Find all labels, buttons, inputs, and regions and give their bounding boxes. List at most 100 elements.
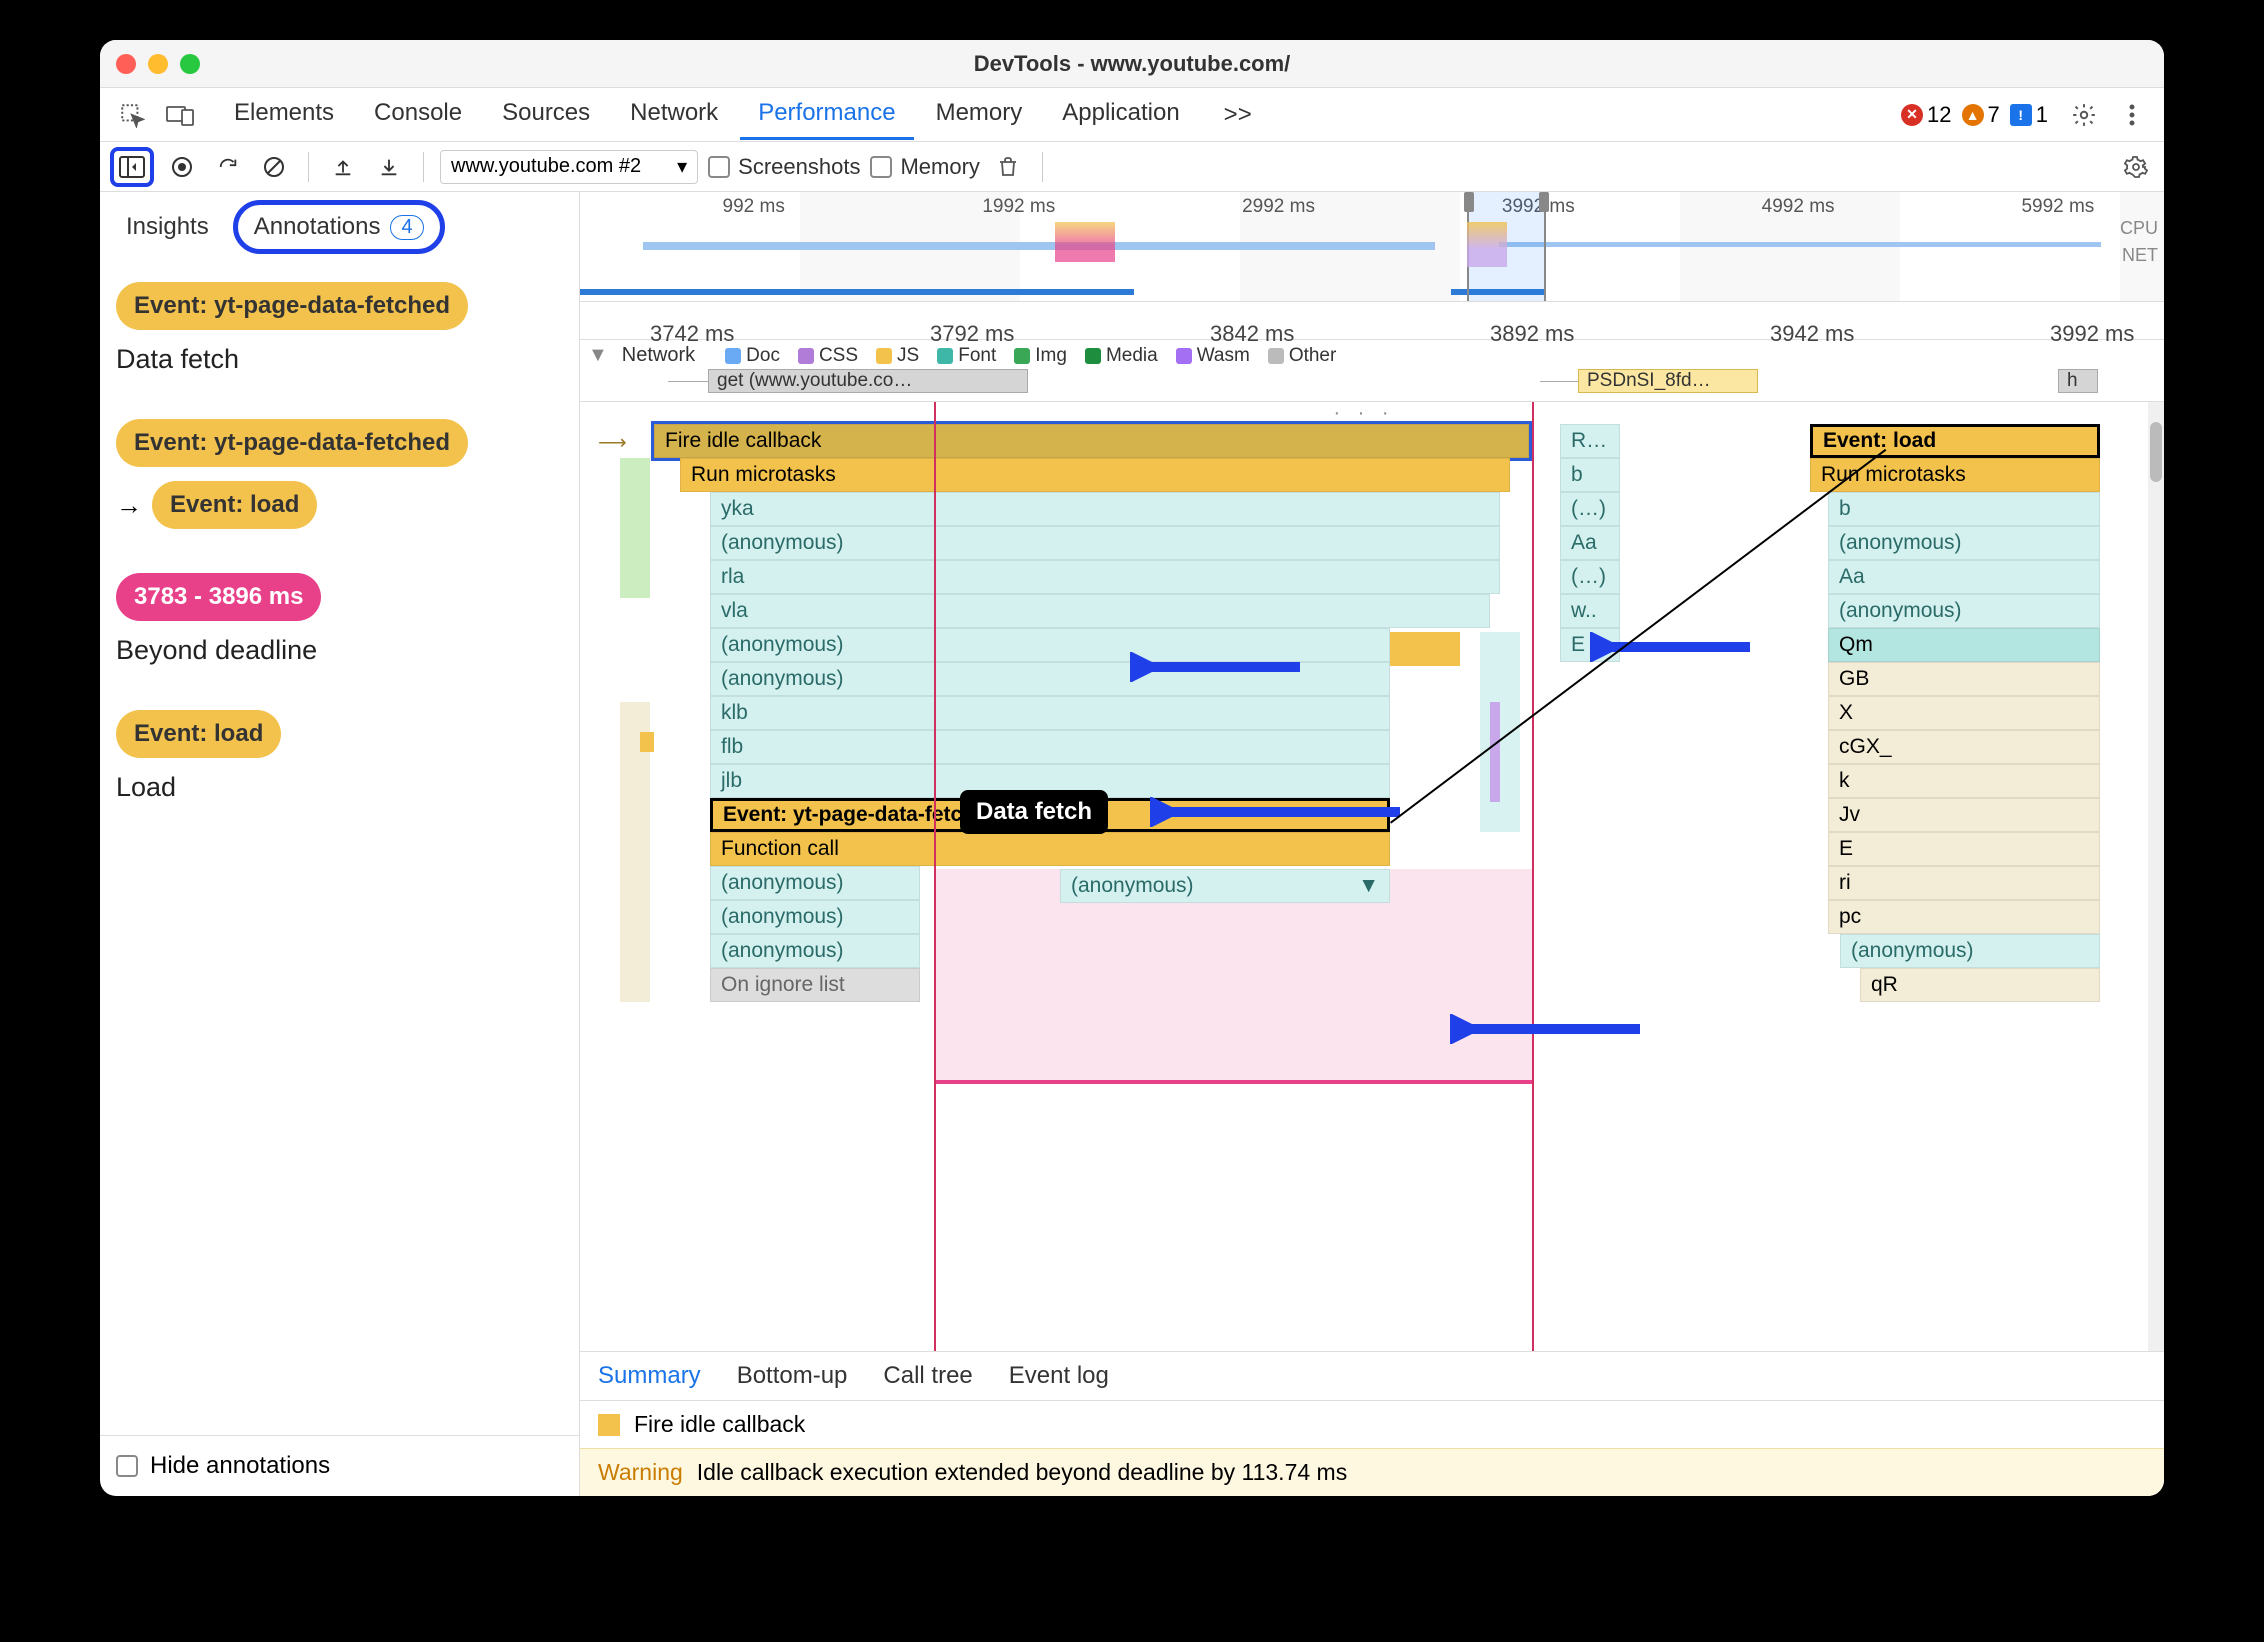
detail-tab-bottom-up[interactable]: Bottom-up xyxy=(737,1362,848,1390)
reload-button[interactable] xyxy=(210,149,246,185)
network-request[interactable]: PSDnSI_8fd… xyxy=(1578,369,1758,393)
screenshots-checkbox[interactable]: Screenshots xyxy=(708,154,860,180)
flame-entry[interactable]: Fire idle callback xyxy=(654,424,1529,458)
flame-entry[interactable]: rla xyxy=(710,560,1500,594)
flame-entry[interactable]: X xyxy=(1828,696,2100,730)
warning-label: Warning xyxy=(598,1459,683,1486)
network-request[interactable]: h xyxy=(2058,369,2098,393)
flame-entry[interactable]: pc xyxy=(1828,900,2100,934)
flame-entry[interactable]: (anonymous) xyxy=(710,526,1500,560)
toggle-sidebar-button[interactable] xyxy=(110,147,154,187)
overview-tick: 4992 ms xyxy=(1762,196,1835,218)
annotation-count-badge: 4 xyxy=(390,215,423,240)
device-toolbar-icon[interactable] xyxy=(160,95,200,135)
legend-img: Img xyxy=(1014,345,1067,367)
record-button[interactable] xyxy=(164,149,200,185)
settings-icon[interactable] xyxy=(2118,149,2154,185)
flame-entry[interactable]: yka xyxy=(710,492,1500,526)
warning-text: Idle callback execution extended beyond … xyxy=(697,1459,1347,1486)
detail-body: Fire idle callback Warning Idle callback… xyxy=(580,1401,2164,1496)
tab-performance[interactable]: Performance xyxy=(740,89,913,140)
legend-other: Other xyxy=(1268,345,1337,367)
tab-sources[interactable]: Sources xyxy=(484,89,608,140)
flame-entry[interactable]: (anonymous) xyxy=(1840,934,2100,968)
sidebar: Insights Annotations 4 Event: yt-page-da… xyxy=(100,192,580,1496)
flame-entry[interactable]: b xyxy=(1560,458,1620,492)
detail-tab-call-tree[interactable]: Call tree xyxy=(883,1362,972,1390)
flame-entry[interactable]: Aa xyxy=(1828,560,2100,594)
more-tabs[interactable]: >> xyxy=(1206,91,1270,139)
annotation-item[interactable]: Event: yt-page-data-fetched→Event: load xyxy=(116,419,563,529)
tab-network[interactable]: Network xyxy=(612,89,736,140)
flame-entry[interactable]: qR xyxy=(1860,968,2100,1002)
annotation-item[interactable]: 3783 - 3896 msBeyond deadline xyxy=(116,573,563,666)
selected-event-name: Fire idle callback xyxy=(634,1411,805,1438)
network-lane[interactable]: ▼ Network DocCSSJSFontImgMediaWasmOther … xyxy=(580,340,2164,402)
memory-checkbox[interactable]: Memory xyxy=(870,154,979,180)
network-request[interactable]: get (www.youtube.co… xyxy=(708,369,1028,393)
upload-icon[interactable] xyxy=(325,149,361,185)
annotations-list: Event: yt-page-data-fetchedData fetch Eve… xyxy=(100,262,579,1435)
console-counters[interactable]: ✕12 ▲7 !1 xyxy=(1901,102,2048,128)
tab-insights[interactable]: Insights xyxy=(112,205,223,249)
detail-tab-summary[interactable]: Summary xyxy=(598,1362,701,1390)
tab-memory[interactable]: Memory xyxy=(918,89,1041,140)
inspect-icon[interactable] xyxy=(112,95,152,135)
flame-entry[interactable]: (anonymous) xyxy=(710,866,920,900)
annotation-item[interactable]: Event: yt-page-data-fetchedData fetch xyxy=(116,282,563,375)
flame-entry[interactable]: klb xyxy=(710,696,1390,730)
flame-entry[interactable]: Event: load xyxy=(1810,424,2100,458)
recording-selector[interactable]: www.youtube.com #2▾ xyxy=(440,150,698,184)
flame-entry[interactable]: (anonymous) xyxy=(710,934,920,968)
flame-entry[interactable]: (…) xyxy=(1560,560,1620,594)
flame-chart[interactable]: · · · Beyond deadline 113.80 ms Data fet… xyxy=(580,402,2164,1351)
flame-entry[interactable]: flb xyxy=(710,730,1390,764)
flame-entry[interactable]: E xyxy=(1828,832,2100,866)
flame-entry[interactable]: On ignore list xyxy=(710,968,920,1002)
event-color-swatch xyxy=(598,1414,620,1436)
list-item[interactable]: (anonymous)▼ xyxy=(1060,869,1390,903)
overview-tick: 2992 ms xyxy=(1242,196,1315,218)
close-window-button[interactable] xyxy=(116,54,136,74)
flame-entry[interactable]: vla xyxy=(710,594,1490,628)
flame-entry[interactable]: Aa xyxy=(1560,526,1620,560)
flame-entry[interactable]: ri xyxy=(1828,866,2100,900)
flame-entry[interactable]: k xyxy=(1828,764,2100,798)
network-title: Network xyxy=(622,344,695,367)
flame-entry[interactable]: (…) xyxy=(1560,492,1620,526)
tab-annotations[interactable]: Annotations 4 xyxy=(233,200,445,254)
time-ruler[interactable]: 3742 ms3792 ms3842 ms3892 ms3942 ms3992 … xyxy=(580,302,2164,340)
net-label: NET xyxy=(2122,245,2158,266)
tab-console[interactable]: Console xyxy=(356,89,480,140)
kebab-menu-icon[interactable] xyxy=(2112,95,2152,135)
flame-entry[interactable]: Run microtasks xyxy=(680,458,1510,492)
download-icon[interactable] xyxy=(371,149,407,185)
flame-scrollbar[interactable] xyxy=(2148,402,2164,1351)
flame-entry[interactable]: w.. xyxy=(1560,594,1620,628)
flame-entry[interactable]: (anonymous) xyxy=(710,900,920,934)
flame-entry[interactable]: R… xyxy=(1560,424,1620,458)
gc-icon[interactable] xyxy=(990,149,1026,185)
flame-entry[interactable]: cGX_ xyxy=(1828,730,2100,764)
detail-tab-event-log[interactable]: Event log xyxy=(1009,1362,1109,1390)
hide-annotations-checkbox[interactable]: Hide annotations xyxy=(116,1452,330,1480)
flame-entry[interactable]: Qm xyxy=(1828,628,2100,662)
devtools-window: DevTools - www.youtube.com/ ElementsCons… xyxy=(100,40,2164,1496)
flame-entry[interactable]: (anonymous) xyxy=(1828,594,2100,628)
flame-entry[interactable]: (anonymous) xyxy=(1828,526,2100,560)
maximize-window-button[interactable] xyxy=(180,54,200,74)
tab-application[interactable]: Application xyxy=(1044,89,1197,140)
legend-js: JS xyxy=(876,345,919,367)
gear-icon[interactable] xyxy=(2064,95,2104,135)
minimize-window-button[interactable] xyxy=(148,54,168,74)
flame-entry[interactable]: Function call xyxy=(710,832,1390,866)
annotation-item[interactable]: Event: loadLoad xyxy=(116,710,563,803)
tab-elements[interactable]: Elements xyxy=(216,89,352,140)
flame-entry[interactable]: b xyxy=(1828,492,2100,526)
overview-minimap[interactable]: 992 ms1992 ms2992 ms3992 ms4992 ms5992 m… xyxy=(580,192,2164,302)
flame-entry[interactable]: Jv xyxy=(1828,798,2100,832)
clear-button[interactable] xyxy=(256,149,292,185)
legend-css: CSS xyxy=(798,345,858,367)
flame-entry[interactable]: GB xyxy=(1828,662,2100,696)
legend-wasm: Wasm xyxy=(1176,345,1250,367)
